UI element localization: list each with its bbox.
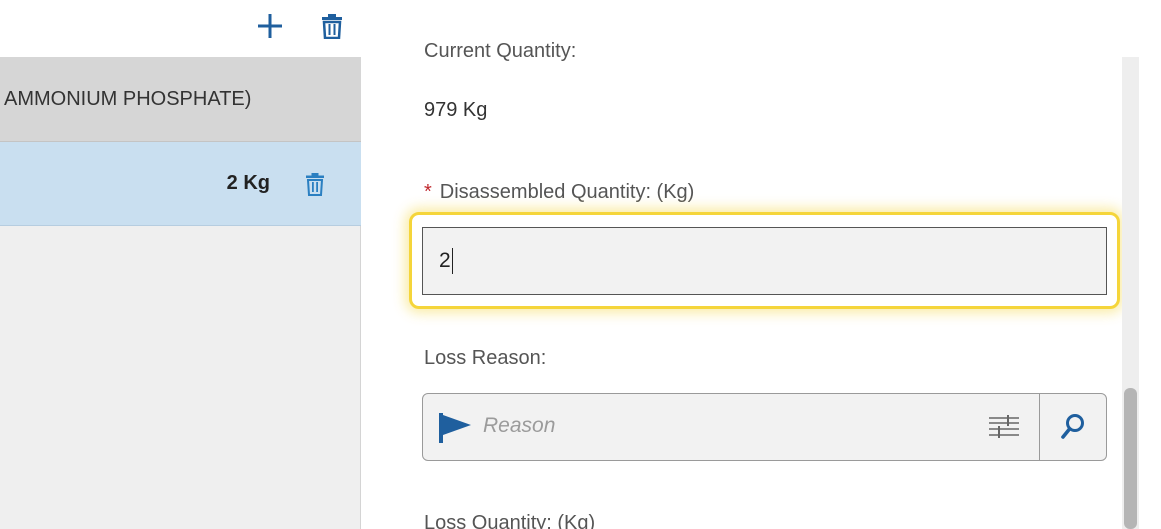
text-caret bbox=[451, 248, 453, 274]
filter-sliders-icon[interactable] bbox=[987, 412, 1021, 444]
loss-reason-search-button[interactable] bbox=[1039, 394, 1106, 460]
trash-icon bbox=[306, 173, 324, 196]
disassembled-quantity-label: * Disassembled Quantity: (Kg) bbox=[424, 181, 694, 204]
loss-reason-placeholder: Reason bbox=[483, 414, 556, 437]
delete-button[interactable] bbox=[316, 10, 348, 42]
group-header: AMMONIUM PHOSPHATE) bbox=[0, 57, 361, 142]
disassembled-quantity-label-text: Disassembled Quantity: (Kg) bbox=[439, 181, 695, 203]
row-quantity: 2 Kg bbox=[226, 172, 270, 194]
current-quantity-value: 979 Kg bbox=[424, 99, 488, 121]
app-root: AMMONIUM PHOSPHATE) 2 Kg Current Quantit… bbox=[0, 0, 1161, 529]
loss-reason-field[interactable]: Reason bbox=[422, 393, 1107, 461]
trash-icon bbox=[322, 14, 342, 39]
list-item[interactable]: 2 Kg bbox=[0, 142, 361, 226]
required-marker: * bbox=[424, 181, 432, 203]
search-icon bbox=[1061, 414, 1084, 439]
add-button[interactable] bbox=[254, 10, 286, 42]
disassembled-quantity-input[interactable]: 2 bbox=[422, 227, 1107, 295]
plus-icon bbox=[258, 14, 282, 38]
row-delete-button[interactable] bbox=[300, 169, 330, 199]
disassembled-quantity-value: 2 bbox=[439, 249, 451, 272]
item-list-panel: AMMONIUM PHOSPHATE) 2 Kg bbox=[0, 0, 361, 529]
flag-icon bbox=[439, 413, 471, 443]
loss-quantity-label: Loss Quantity: (Kg) bbox=[424, 512, 596, 529]
scrollbar-thumb[interactable] bbox=[1124, 388, 1137, 529]
current-quantity-label: Current Quantity: bbox=[424, 40, 577, 62]
disassembly-form: Current Quantity: 979 Kg * Disassembled Q… bbox=[362, 0, 1122, 529]
list-toolbar bbox=[0, 0, 361, 57]
loss-reason-label: Loss Reason: bbox=[424, 347, 547, 369]
